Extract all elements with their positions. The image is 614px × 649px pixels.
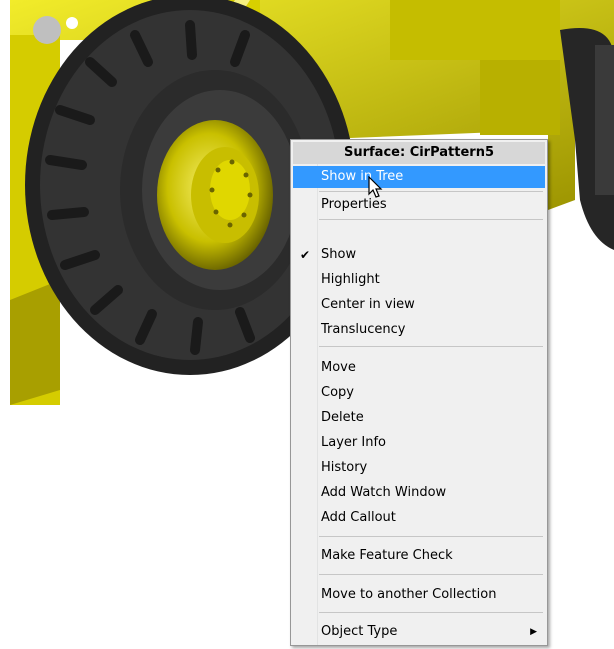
menu-separator	[319, 219, 543, 220]
context-menu: Surface: CirPattern5 Show in Tree Proper…	[290, 139, 548, 646]
menu-item-layer-info[interactable]: Layer Info	[293, 432, 545, 454]
menu-item-show-in-tree[interactable]: Show in Tree	[293, 166, 545, 188]
menu-item-delete[interactable]: Delete	[293, 407, 545, 429]
menu-item-properties[interactable]: Properties	[293, 194, 545, 216]
menu-item-label: Copy	[321, 385, 354, 400]
menu-item-copy[interactable]: Copy	[293, 382, 545, 404]
menu-item-show[interactable]: ✔ Show	[293, 244, 545, 266]
menu-item-move-to-another-collection[interactable]: Move to another Collection	[293, 584, 545, 606]
submenu-arrow-icon: ▶	[530, 627, 537, 637]
menu-item-add-watch-window[interactable]: Add Watch Window	[293, 482, 545, 504]
menu-item-label: Show	[321, 247, 357, 262]
menu-item-center-in-view[interactable]: Center in view	[293, 294, 545, 316]
menu-item-object-type[interactable]: Object Type ▶	[293, 621, 545, 643]
menu-item-label: Translucency	[321, 322, 406, 337]
menu-item-label: Add Watch Window	[321, 485, 447, 500]
mouse-cursor-icon	[368, 176, 383, 198]
menu-item-label: Highlight	[321, 272, 380, 287]
menu-item-label: Layer Info	[321, 435, 386, 450]
menu-title: Surface: CirPattern5	[293, 142, 545, 164]
menu-item-translucency[interactable]: Translucency	[293, 319, 545, 341]
menu-item-label: Center in view	[321, 297, 415, 312]
menu-separator	[319, 612, 543, 613]
menu-item-label: Show in Tree	[321, 169, 404, 184]
menu-item-label: Make Feature Check	[321, 548, 453, 563]
checkmark-icon: ✔	[300, 248, 311, 262]
menu-item-label: Add Callout	[321, 510, 396, 525]
menu-separator	[319, 574, 543, 575]
menu-item-label: Move	[321, 360, 356, 375]
menu-separator	[319, 536, 543, 537]
menu-item-label: Object Type	[321, 624, 398, 639]
menu-item-label: Delete	[321, 410, 364, 425]
menu-separator	[319, 346, 543, 347]
menu-item-label: History	[321, 460, 368, 475]
menu-item-history[interactable]: History	[293, 457, 545, 479]
menu-item-make-feature-check[interactable]: Make Feature Check	[293, 545, 545, 567]
menu-item-label: Move to another Collection	[321, 587, 497, 602]
menu-item-move[interactable]: Move	[293, 357, 545, 379]
menu-item-add-callout[interactable]: Add Callout	[293, 507, 545, 529]
menu-separator	[319, 191, 543, 192]
menu-item-highlight[interactable]: Highlight	[293, 269, 545, 291]
